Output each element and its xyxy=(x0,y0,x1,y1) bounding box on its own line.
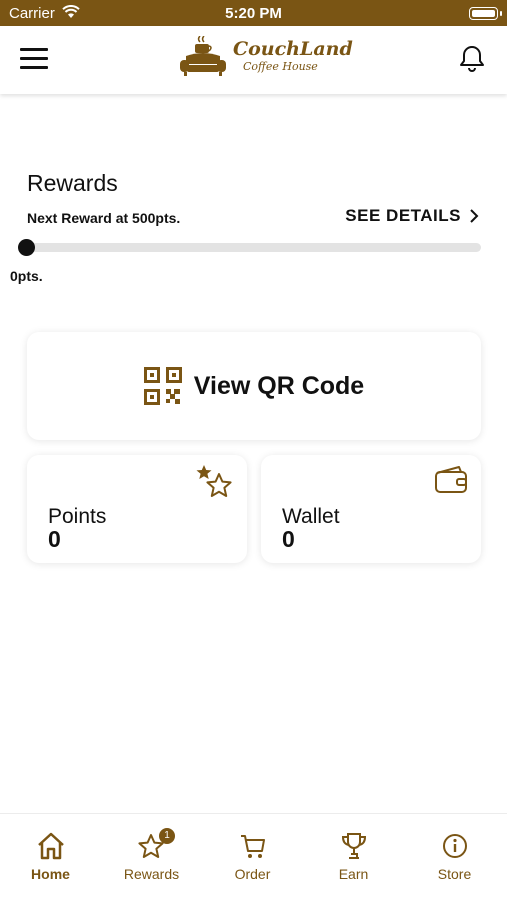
points-value: 0 xyxy=(48,526,61,552)
hamburger-menu-icon xyxy=(20,66,48,69)
tab-label-home: Home xyxy=(31,866,70,882)
rewards-badge: 1 xyxy=(159,828,175,844)
hamburger-menu-icon xyxy=(20,48,48,51)
menu-button[interactable] xyxy=(20,48,50,72)
wallet-value: 0 xyxy=(282,526,295,552)
tab-store[interactable]: Store xyxy=(404,830,505,882)
tab-earn[interactable]: Earn xyxy=(303,830,404,882)
rewards-progress-bar xyxy=(18,239,481,256)
logo-name: CouchLand xyxy=(233,38,353,60)
tab-home[interactable]: Home xyxy=(0,830,101,882)
tab-label-earn: Earn xyxy=(338,866,369,882)
brand-logo: CouchLand Coffee House xyxy=(178,32,353,88)
cart-icon xyxy=(240,835,265,858)
tab-label-store: Store xyxy=(437,866,472,882)
trophy-icon xyxy=(341,833,366,859)
tab-label-rewards: Rewards xyxy=(123,866,180,882)
tab-order[interactable]: Order xyxy=(202,830,303,882)
chevron-right-icon xyxy=(470,209,479,223)
progress-knob xyxy=(18,239,35,256)
wallet-card[interactable]: Wallet 0 xyxy=(261,455,481,563)
tab-rewards[interactable]: 1 Rewards xyxy=(101,828,202,882)
couch-cup-icon xyxy=(180,36,226,76)
stars-icon xyxy=(196,465,232,497)
view-qr-code-button[interactable]: View QR Code xyxy=(27,332,481,440)
wallet-icon xyxy=(435,466,467,493)
notifications-button[interactable] xyxy=(459,44,485,79)
tab-bar: Home 1 Rewards Order Earn Store xyxy=(0,813,507,900)
see-details-link[interactable]: SEE DETAILS xyxy=(345,206,479,226)
tab-label-order: Order xyxy=(234,866,271,882)
qr-code-icon xyxy=(143,367,182,405)
logo-subtitle: Coffee House xyxy=(243,60,318,73)
hamburger-menu-icon xyxy=(20,57,48,60)
rewards-title: Rewards xyxy=(27,170,118,196)
see-details-label: SEE DETAILS xyxy=(345,206,461,225)
bell-icon xyxy=(460,46,484,72)
next-reward-text: Next Reward at 500pts. xyxy=(27,210,181,226)
clock: 5:20 PM xyxy=(225,5,282,22)
battery-icon xyxy=(469,7,502,20)
status-bar: Carrier 5:20 PM xyxy=(0,0,507,26)
points-card[interactable]: Points 0 xyxy=(27,455,247,563)
qr-label: View QR Code xyxy=(193,371,365,400)
info-icon xyxy=(442,834,467,858)
current-points-label: 0pts. xyxy=(10,268,43,284)
home-icon xyxy=(37,832,64,860)
app-header: CouchLand Coffee House xyxy=(0,26,507,94)
